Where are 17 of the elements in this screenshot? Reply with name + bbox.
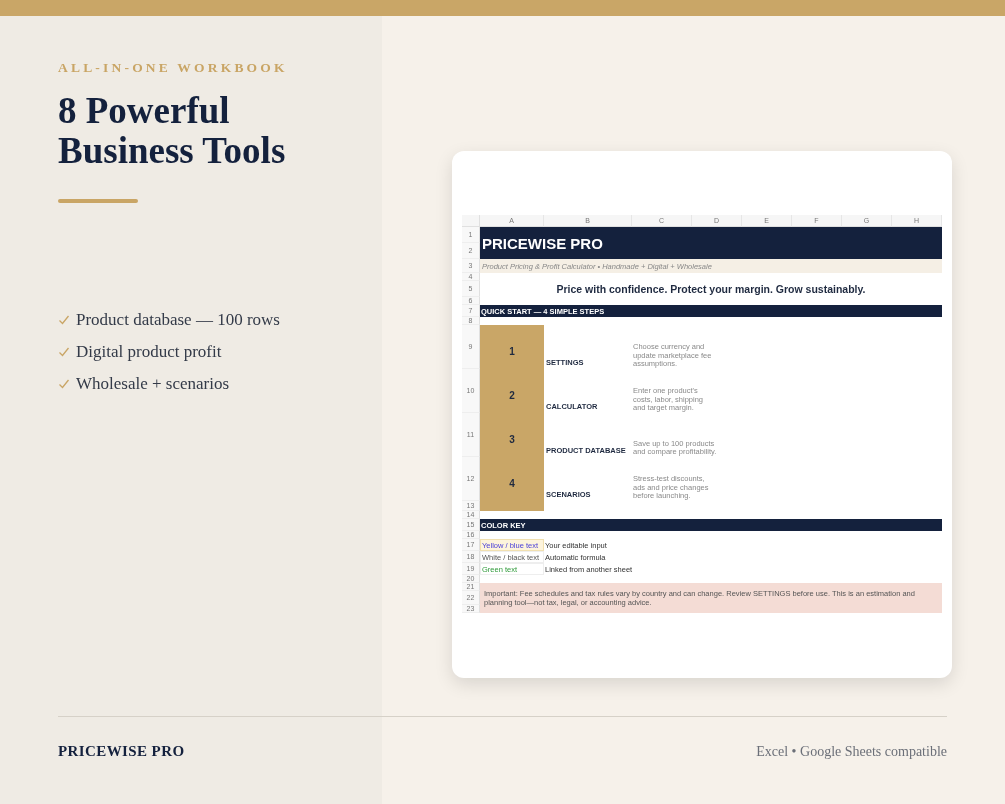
check-icon <box>58 314 70 326</box>
check-icon <box>58 346 70 358</box>
check-icon <box>58 378 70 390</box>
headline: 8 Powerful Business Tools <box>58 91 287 171</box>
step-number: 4 <box>480 457 544 501</box>
step-number: 2 <box>480 369 544 413</box>
sheet-corner <box>462 215 480 227</box>
tagline: Price with confidence. Protect your margin. Grow sustainably. <box>555 282 867 297</box>
footer-brand: PRICEWISE PRO <box>58 743 185 760</box>
compatibility-text: Excel • Google Sheets compatible <box>756 743 947 760</box>
step-number: 1 <box>480 325 544 369</box>
step-number: 3 <box>480 413 544 457</box>
feature-text: Digital product profit <box>76 341 222 363</box>
feature-text: Wholesale + scenarios <box>76 373 230 395</box>
eyebrow-text: ALL-IN-ONE WORKBOOK <box>58 60 289 76</box>
feature-text: Product database — 100 rows <box>76 309 280 331</box>
sheet-title: PRICEWISE PRO <box>480 227 942 259</box>
